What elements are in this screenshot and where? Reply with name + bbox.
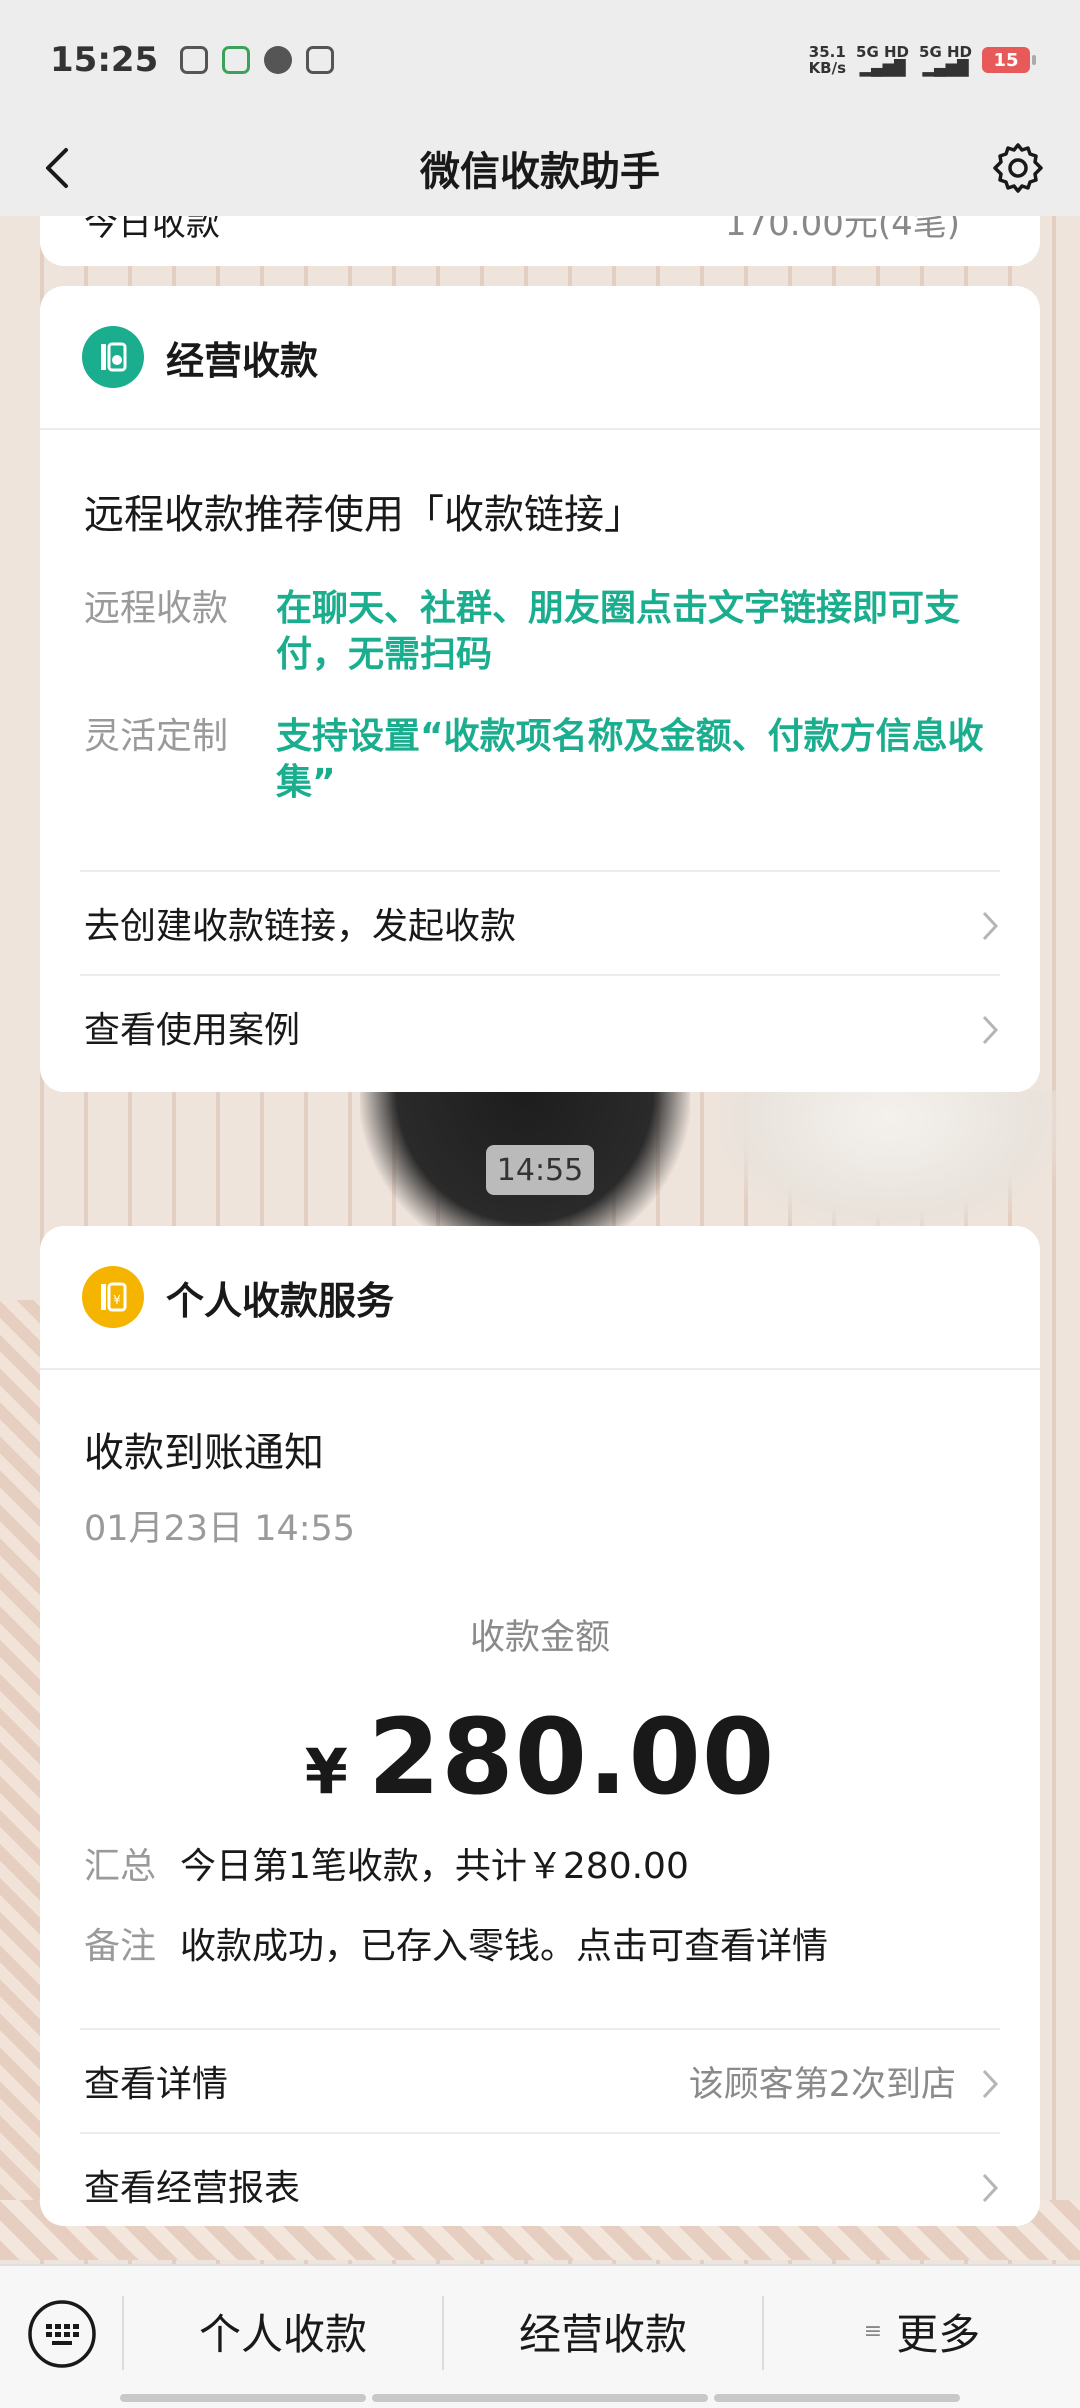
- tab-personal-payment[interactable]: 个人收款: [124, 2266, 442, 2396]
- personal-payment-icon: ¥: [82, 1266, 144, 1328]
- video-app-icon: [222, 46, 251, 74]
- tab-business-payment-label: 经营收款: [518, 2309, 687, 2359]
- scroll-indicator: [120, 2394, 366, 2402]
- business-payment-icon: [82, 326, 144, 388]
- message-time-badge: 14:55: [486, 1145, 594, 1195]
- payment-notice-title: 收款到账通知: [84, 1430, 324, 1476]
- app-notification-icon: [180, 46, 209, 74]
- bottom-menu-bar: 个人收款 经营收款 ≡ 更多: [0, 2264, 1080, 2408]
- view-cases-row[interactable]: 查看使用案例: [80, 974, 1000, 1078]
- network-speed: 35.1 KB/s: [809, 44, 846, 76]
- tab-business-payment[interactable]: 经营收款: [444, 2266, 762, 2396]
- signal-2-bars-icon: ▂▄▆█: [922, 59, 969, 77]
- wallpaper-pattern-left: [0, 1300, 40, 2200]
- feature-label: 灵活定制: [84, 716, 229, 757]
- business-card-header: 经营收款: [40, 286, 1040, 430]
- status-time: 15:25: [50, 40, 159, 80]
- summary-key: 汇总: [84, 1846, 157, 1887]
- battery-icon: 15: [982, 47, 1036, 73]
- signal-2: 5G HD ▂▄▆█: [919, 44, 972, 76]
- signal-2-label: 5G HD: [919, 43, 972, 61]
- create-payment-link-row[interactable]: 去创建收款链接，发起收款: [80, 870, 1000, 974]
- currency-symbol: ¥: [304, 1735, 348, 1808]
- feature-remote: 远程收款 在聊天、社群、朋友圈点击文字链接即可支付，无需扫码: [84, 586, 996, 678]
- chevron-right-icon: [982, 911, 999, 941]
- today-revenue-value: 170.00元(4笔): [724, 216, 960, 244]
- wallpaper-sweater: [720, 1090, 1060, 1230]
- note-key: 备注: [84, 1926, 157, 1967]
- chevron-right-icon: [982, 1015, 999, 1045]
- remote-payment-title: 远程收款推荐使用「收款链接」: [84, 492, 644, 538]
- business-payment-card: 经营收款 远程收款推荐使用「收款链接」 远程收款 在聊天、社群、朋友圈点击文字链…: [40, 286, 1040, 1092]
- svg-text:¥: ¥: [113, 1293, 121, 1307]
- customer-visit-count: 该顾客第2次到店: [688, 2064, 956, 2105]
- settings-gear-icon[interactable]: [990, 140, 1046, 196]
- chevron-right-icon: [982, 2173, 999, 2203]
- page-title: 微信收款助手: [420, 149, 660, 195]
- screenshot-icon: [306, 46, 335, 74]
- notification-icons: [180, 46, 335, 74]
- amount-display: ¥ 280.00: [40, 1696, 1040, 1818]
- note-value: 收款成功，已存入零钱。点击可查看详情: [180, 1926, 829, 1967]
- personal-card-title: 个人收款服务: [166, 1278, 395, 1323]
- business-card-title: 经营收款: [166, 338, 319, 383]
- tab-more[interactable]: ≡ 更多: [764, 2266, 1080, 2396]
- feature-custom: 灵活定制 支持设置“收款项名称及金额、付款方信息收集”: [84, 714, 996, 806]
- personal-payment-card[interactable]: ¥ 个人收款服务 收款到账通知 01月23日 14:55 收款金额 ¥ 280.…: [40, 1226, 1040, 2226]
- network-speed-value: 35.1: [808, 43, 846, 61]
- tab-more-label: 更多: [896, 2309, 981, 2359]
- amount-label: 收款金额: [469, 1618, 610, 1658]
- signal-1: 5G HD ▂▄▆█: [856, 44, 909, 76]
- personal-card-header: ¥ 个人收款服务: [40, 1226, 1040, 1370]
- message-icon: [264, 46, 293, 74]
- summary-value: 今日第1笔收款，共计￥280.00: [180, 1846, 689, 1887]
- feature-text: 支持设置“收款项名称及金额、付款方信息收集”: [276, 716, 984, 803]
- chevron-right-icon: [982, 2069, 999, 2099]
- battery-level: 15: [993, 49, 1019, 71]
- today-revenue-label: 今日收款: [84, 216, 220, 244]
- view-cases-label: 查看使用案例: [84, 1010, 301, 1051]
- note-row: 备注 收款成功，已存入零钱。点击可查看详情: [84, 1924, 996, 1970]
- status-bar: 15:25 35.1 KB/s 5G HD ▂▄▆█ 5G HD ▂▄▆█ 15: [0, 0, 1080, 120]
- payment-notice-date: 01月23日 14:55: [84, 1509, 356, 1549]
- view-details-label: 查看详情: [84, 2064, 229, 2105]
- feature-label: 远程收款: [84, 588, 229, 629]
- scroll-indicator: [714, 2394, 960, 2402]
- summary-row: 汇总 今日第1笔收款，共计￥280.00: [84, 1844, 996, 1890]
- view-details-row[interactable]: 查看详情 该顾客第2次到店: [80, 2028, 1000, 2132]
- scroll-indicator: [372, 2394, 708, 2402]
- signal-1-bars-icon: ▂▄▆█: [859, 59, 906, 77]
- feature-text: 在聊天、社群、朋友圈点击文字链接即可支付，无需扫码: [276, 588, 961, 675]
- menu-lines-icon: ≡: [863, 2318, 883, 2344]
- keyboard-icon[interactable]: [26, 2298, 98, 2370]
- view-report-row[interactable]: 查看经营报表: [80, 2132, 1000, 2226]
- nav-bar: 微信收款助手: [0, 120, 1080, 216]
- view-report-label: 查看经营报表: [84, 2168, 301, 2209]
- tab-personal-payment-label: 个人收款: [198, 2309, 367, 2359]
- payment-amount: 280.00: [367, 1696, 776, 1818]
- create-payment-link-label: 去创建收款链接，发起收款: [84, 906, 517, 947]
- status-right: 35.1 KB/s 5G HD ▂▄▆█ 5G HD ▂▄▆█ 15: [809, 44, 1036, 76]
- network-speed-unit: KB/s: [808, 59, 847, 77]
- signal-1-label: 5G HD: [856, 43, 910, 61]
- today-revenue-card[interactable]: 今日收款 170.00元(4笔): [40, 216, 1040, 266]
- back-arrow-icon[interactable]: [36, 144, 84, 192]
